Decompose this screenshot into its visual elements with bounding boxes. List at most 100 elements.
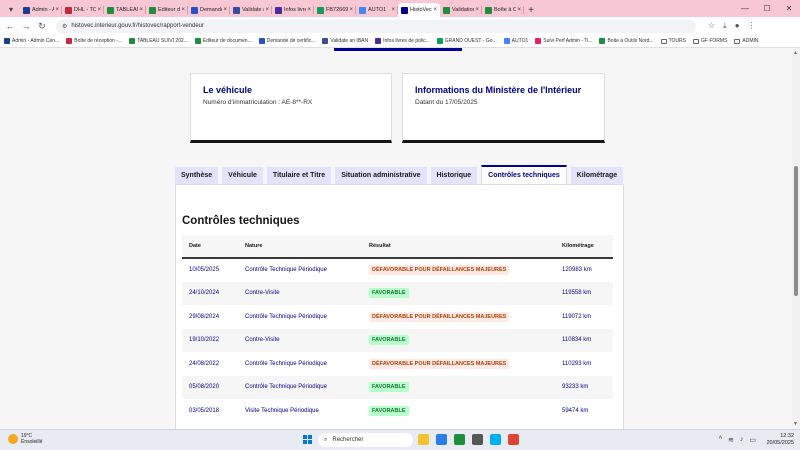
scroll-up-icon[interactable]: ▲ [793,50,798,56]
browser-tab[interactable]: TABLEAU SU× [104,3,146,17]
cell-date: 24/10/2024 [189,290,220,297]
wifi-icon[interactable]: ≋ [728,436,734,444]
download-icon[interactable]: ⤓ [723,21,727,31]
bookmark-favicon-icon [322,38,329,44]
close-tab-icon[interactable]: × [349,7,353,13]
scroll-down-icon[interactable]: ▼ [793,421,798,427]
chevron-up-icon[interactable]: ^ [719,436,722,444]
bookmark-item[interactable]: Suivi Perf Admin - Ti... [535,38,592,44]
report-tab[interactable]: Contrôles techniques [481,165,567,184]
bookmark-item[interactable]: TABLEAU SUIVI 202... [129,38,188,44]
site-info-icon[interactable]: ⚙ [62,23,67,30]
report-tab[interactable]: Synthèse [175,167,219,184]
bookmark-item[interactable]: Admin - Admin Cen... [4,38,59,44]
ministry-card: Informations du Ministère de l'Intérieur… [402,73,605,143]
report-tab[interactable]: Véhicule [222,167,263,184]
browser-tab-label: FB72669 - É [326,7,349,13]
cell-result: FAVORABLE [362,329,555,353]
minimize-icon[interactable]: — [734,0,756,17]
report-tab[interactable]: Titulaire et Titre [266,167,332,184]
browser-tab-strip: ▾ Admin - Adi×DHL - TOUR×TABLEAU SU×Edit… [0,0,800,17]
report-tab[interactable]: Kilométrage [570,167,624,184]
browser-tab-label: DHL - TOUR [74,7,97,13]
clock-date: 20/05/2025 [766,440,794,446]
browser-tab[interactable]: Validate an× [230,3,272,17]
close-icon[interactable]: ✕ [778,0,800,17]
bookmark-item[interactable]: TOURS [660,38,686,44]
volume-icon[interactable]: ♪ [740,436,744,444]
file-explorer-icon[interactable] [418,434,429,445]
cell-nature: Contrôle Technique Périodique [245,360,327,367]
maximize-icon[interactable]: ☐ [756,0,778,17]
close-tab-icon[interactable]: × [223,7,227,13]
profile-icon[interactable]: ● [735,21,740,31]
plate-number-text: Numéro d'immatriculation : AE-8**-RX [203,99,313,106]
bookmark-item[interactable]: Editeur de documen... [194,38,252,44]
bookmark-label: TABLEAU SUIVI 202... [137,38,188,44]
scrollbar-thumb[interactable] [794,166,798,296]
close-tab-icon[interactable]: × [265,7,269,13]
bookmark-label: Editeur de documen... [202,38,252,44]
media-icon[interactable] [454,434,465,445]
browser-tab[interactable]: Boîte à Outil× [482,3,524,17]
report-tab[interactable]: Historique [430,167,478,184]
close-tab-icon[interactable]: × [307,7,311,13]
windows-start-icon[interactable] [303,435,312,444]
store-icon[interactable] [472,434,483,445]
browser-tab[interactable]: FB72669 - É× [314,3,356,17]
bookmark-item[interactable]: Validate an IBAN [322,38,368,44]
browser-tab[interactable]: Validations× [440,3,482,17]
close-tab-icon[interactable]: × [181,7,185,13]
close-tab-icon[interactable]: × [433,7,437,13]
bookmark-label: ADMIN [742,38,759,44]
bookmark-item[interactable]: Boîte de réception -... [66,38,122,44]
menu-icon[interactable]: ⋮ [748,21,756,31]
bookmark-item[interactable]: GRAND OUEST - Go... [436,38,497,44]
battery-icon[interactable]: ▭ [749,436,756,444]
back-icon[interactable]: ← [4,21,16,31]
forward-icon[interactable]: → [20,21,32,31]
bookmark-item[interactable]: Demande de certific... [258,38,315,44]
browser-tab[interactable]: HistoVec - R× [398,3,440,17]
chrome-icon[interactable] [508,434,519,445]
bookmark-item[interactable]: Boite à Outils Nord... [599,38,654,44]
weather-widget[interactable]: 19°C Ensoleillé [8,433,42,445]
close-tab-icon[interactable]: × [517,7,521,13]
close-tab-icon[interactable]: × [391,7,395,13]
table-row: 29/08/2024 Contrôle Technique Périodique D… [182,305,613,329]
taskbar-search[interactable]: ⌕ Rechercher [318,433,413,447]
window-controls: — ☐ ✕ [734,0,800,17]
browser-tab[interactable]: Infos livres d× [272,3,314,17]
close-tab-icon[interactable]: × [139,7,143,13]
new-tab-button[interactable]: + [524,3,538,17]
browser-tab[interactable]: AUTO1 × [356,3,398,17]
folder-icon [693,38,700,44]
browser-tab[interactable]: Demande de× [188,3,230,17]
close-tab-icon[interactable]: × [55,7,59,13]
skype-icon[interactable] [490,434,501,445]
url-text: histovec.interieur.gouv.fr/histovec/rapp… [71,23,205,29]
cell-result: FAVORABLE [362,282,555,306]
bookmark-item[interactable]: AUTO1 [503,38,528,44]
browser-icon[interactable] [436,434,447,445]
cell-nature: Contre-Visite [245,337,280,344]
bookmark-item[interactable]: ADMIN [734,38,759,44]
bookmark-star-icon[interactable]: ☆ [708,21,715,31]
vehicle-card-title: Le véhicule [203,85,253,95]
page-scrollbar[interactable]: ▲ ▼ [792,48,800,429]
browser-tab-label: AUTO1 [368,7,387,13]
clock[interactable]: 12:32 20/05/2025 [766,433,794,447]
report-tab[interactable]: Situation administrative [335,167,427,184]
browser-tab[interactable]: Admin - Adi× [20,3,62,17]
cell-result: FAVORABLE [362,376,555,400]
tab-search-icon[interactable]: ▾ [4,3,18,15]
reload-icon[interactable]: ↻ [36,21,48,32]
url-input[interactable]: ⚙ histovec.interieur.gouv.fr/histovec/ra… [56,19,696,33]
browser-tab[interactable]: Editeur de d× [146,3,188,17]
cell-date: 24/08/2022 [189,360,220,367]
close-tab-icon[interactable]: × [475,7,479,13]
close-tab-icon[interactable]: × [97,7,101,13]
browser-tab[interactable]: DHL - TOUR× [62,3,104,17]
bookmark-item[interactable]: Infos livres de polic... [375,38,430,44]
bookmark-item[interactable]: GF FORMS [693,38,727,44]
